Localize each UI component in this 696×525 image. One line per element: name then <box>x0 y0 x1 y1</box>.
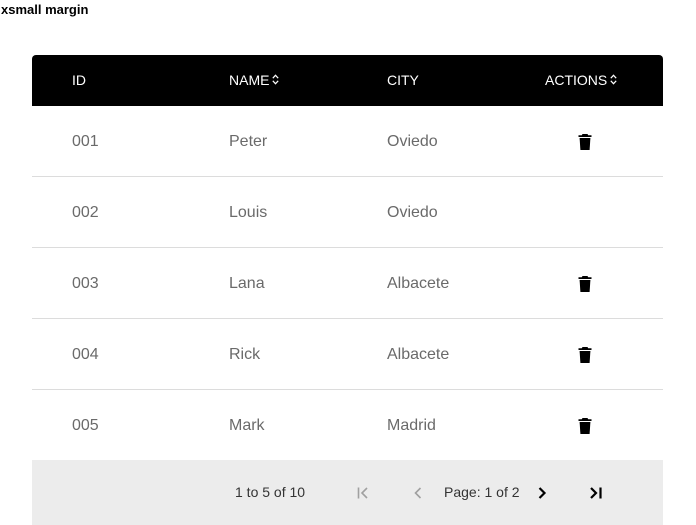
cell-city: Albacete <box>387 275 450 292</box>
cell-id: 005 <box>72 417 99 434</box>
page-title: xsmall margin <box>1 2 89 17</box>
paginator-range: 1 to 5 of 10 <box>235 484 306 500</box>
sort-icon[interactable] <box>610 74 617 85</box>
cell-id: 002 <box>72 204 99 221</box>
chevron-right-icon[interactable] <box>533 484 551 502</box>
cell-name: Louis <box>229 204 268 221</box>
cell-actions <box>577 177 593 249</box>
cell-id: 001 <box>72 133 99 150</box>
column-header-actions[interactable]: ACTIONS <box>545 55 617 106</box>
column-header-id: ID <box>72 55 86 106</box>
chevron-left-icon[interactable] <box>409 484 427 502</box>
trash-icon[interactable] <box>577 417 593 435</box>
cell-city: Oviedo <box>387 204 438 221</box>
cell-name: Peter <box>229 133 268 150</box>
cell-id: 003 <box>72 275 99 292</box>
cell-id: 004 <box>72 346 99 363</box>
column-header-label: NAME <box>229 72 270 88</box>
table-row: 003 Lana Albacete <box>32 248 663 319</box>
column-header-name[interactable]: NAME <box>229 55 280 106</box>
table-body: 001 Peter Oviedo 002 Louis Oviedo 003 La… <box>32 106 663 461</box>
column-header-label: ACTIONS <box>545 72 608 88</box>
column-header-label: ID <box>72 72 86 88</box>
first-page-icon[interactable] <box>354 484 372 502</box>
sort-icon[interactable] <box>272 74 280 85</box>
cell-actions <box>577 248 593 320</box>
cell-actions <box>577 390 593 462</box>
table-header: ID NAME CITY ACTIONS <box>32 55 663 106</box>
cell-city: Oviedo <box>387 133 438 150</box>
paginator: 1 to 5 of 10 Page: 1 of 2 <box>32 460 663 525</box>
data-table: ID NAME CITY ACTIONS 001 Peter Oviedo 00… <box>32 55 663 525</box>
cell-name: Mark <box>229 417 265 434</box>
cell-city: Madrid <box>387 417 436 434</box>
cell-name: Rick <box>229 346 261 363</box>
trash-icon[interactable] <box>577 346 593 364</box>
column-header-label: CITY <box>387 72 419 88</box>
table-row: 002 Louis Oviedo <box>32 177 663 248</box>
cell-city: Albacete <box>387 346 450 363</box>
table-row: 005 Mark Madrid <box>32 390 663 461</box>
table-row: 004 Rick Albacete <box>32 319 663 390</box>
cell-name: Lana <box>229 275 265 292</box>
trash-icon[interactable] <box>577 275 593 293</box>
last-page-icon[interactable] <box>587 484 605 502</box>
cell-actions <box>577 319 593 391</box>
trash-icon[interactable] <box>577 133 593 151</box>
cell-actions <box>577 106 593 178</box>
column-header-city: CITY <box>387 55 419 106</box>
table-row: 001 Peter Oviedo <box>32 106 663 177</box>
paginator-page: Page: 1 of 2 <box>444 484 520 500</box>
